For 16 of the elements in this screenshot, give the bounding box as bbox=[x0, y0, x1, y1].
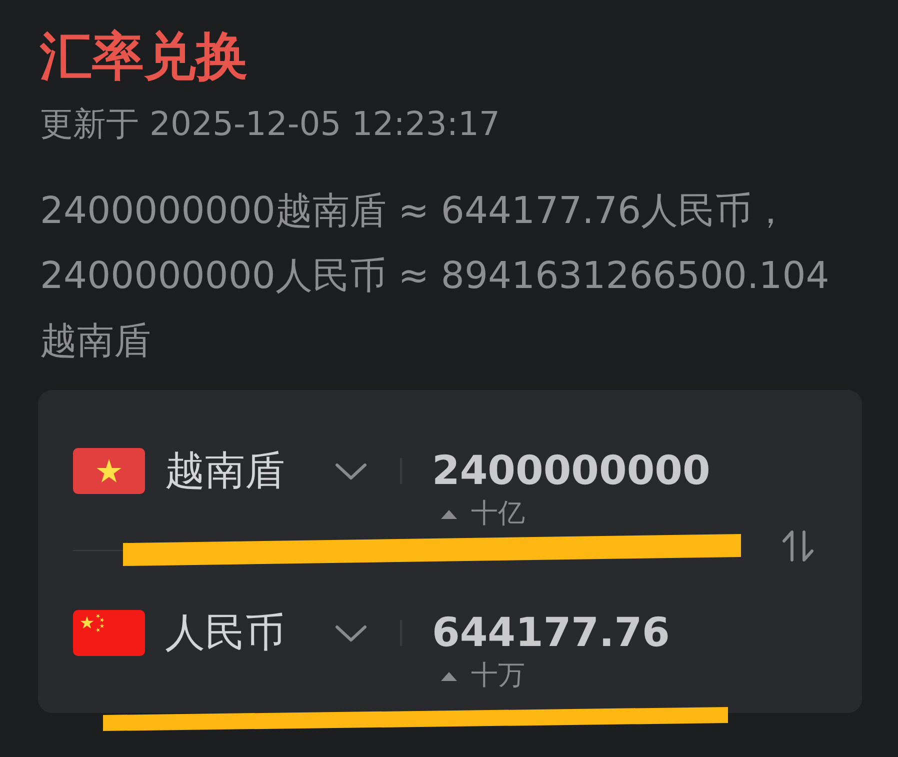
currency-select[interactable]: 人民币 bbox=[73, 605, 367, 661]
caret-up-icon bbox=[441, 672, 457, 680]
flag-icon bbox=[73, 610, 145, 656]
currency-select[interactable]: 越南盾 bbox=[73, 443, 367, 499]
swap-icon[interactable] bbox=[781, 530, 815, 562]
page-title: 汇率兑换 bbox=[40, 26, 248, 89]
chevron-down-icon bbox=[335, 462, 367, 480]
unit-label: 十万 bbox=[471, 661, 525, 691]
caret-up-icon bbox=[441, 510, 457, 518]
conversion-summary: 2400000000越南盾 ≈ 644177.76人民币，2400000000人民币 ≈ 8941631266500.104越南盾 bbox=[40, 188, 830, 364]
update-time: 更新于 2025-12-05 12:23:17 bbox=[40, 104, 500, 144]
flag-icon bbox=[73, 448, 145, 494]
amount-input[interactable]: 2400000000 bbox=[432, 443, 710, 499]
chevron-down-icon bbox=[335, 624, 367, 642]
amount-input[interactable]: 644177.76 bbox=[432, 605, 670, 661]
unit-label: 十亿 bbox=[471, 499, 525, 529]
